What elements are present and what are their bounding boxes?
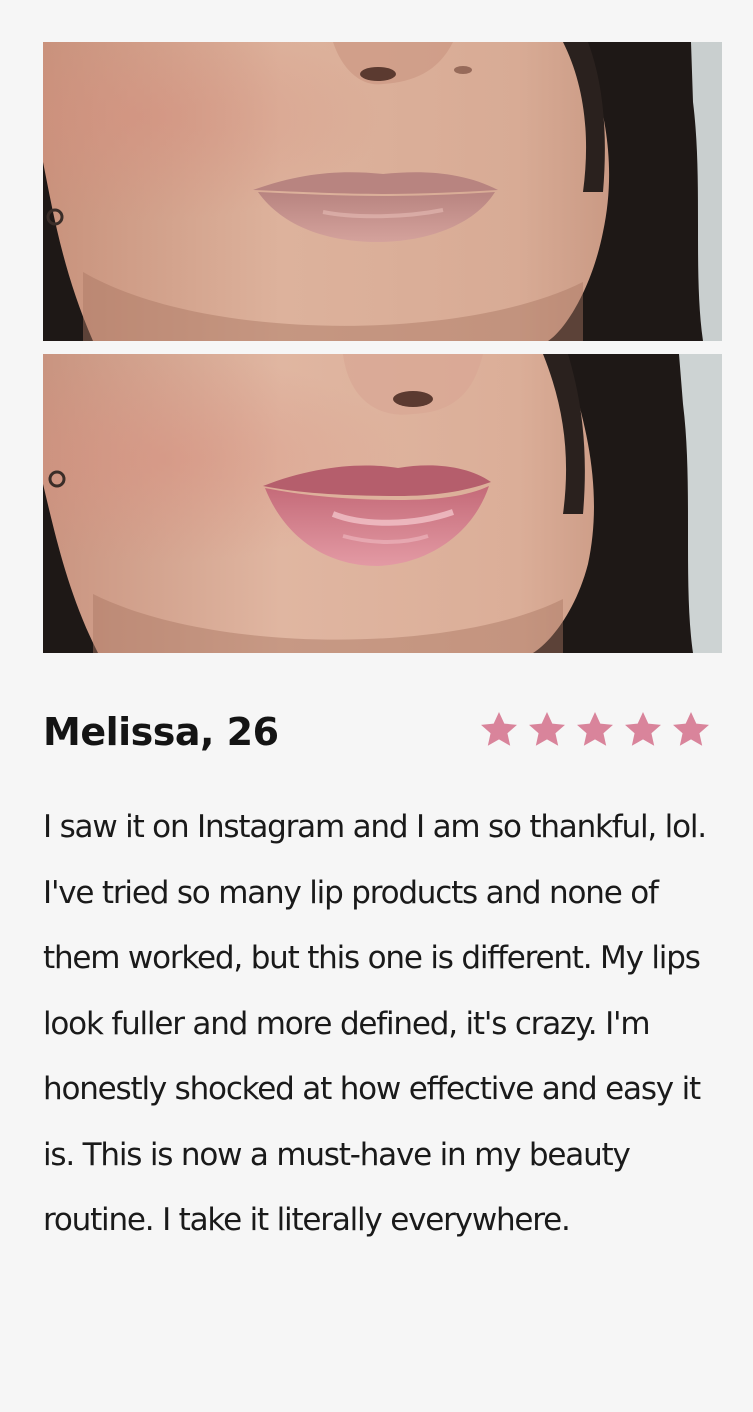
star-rating xyxy=(477,708,713,752)
star-icon xyxy=(529,712,565,746)
before-lips-image xyxy=(43,42,722,341)
star-icon xyxy=(673,712,709,746)
after-photo xyxy=(43,354,722,653)
star-icon xyxy=(577,712,613,746)
review-card: Melissa, 26 I saw it on Instagram and I … xyxy=(0,0,753,1412)
review-text: I saw it on Instagram and I am so thankf… xyxy=(43,809,707,1238)
review-header: Melissa, 26 xyxy=(43,702,713,762)
star-icon xyxy=(625,712,661,746)
before-photo xyxy=(43,42,722,341)
after-lips-image xyxy=(43,354,722,653)
star-icon xyxy=(481,712,517,746)
reviewer-name: Melissa, 26 xyxy=(43,710,279,754)
